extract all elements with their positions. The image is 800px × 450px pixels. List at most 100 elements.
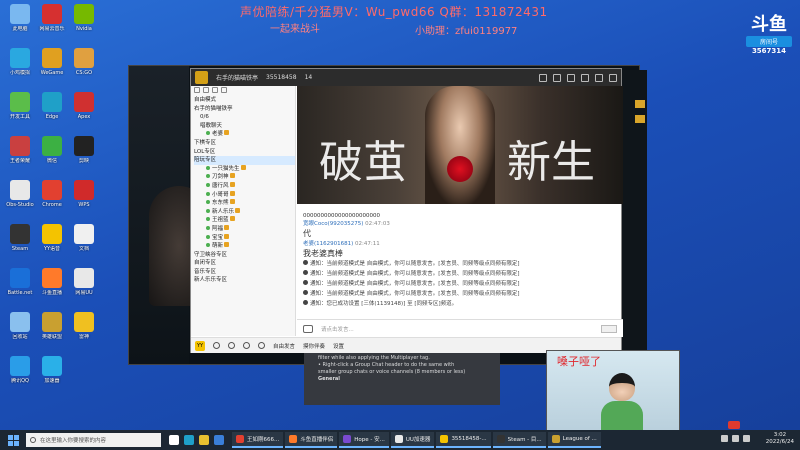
emoji-icon[interactable] bbox=[303, 324, 313, 333]
volume-icon[interactable] bbox=[732, 435, 739, 442]
channel-tree-item[interactable]: 唐行风 bbox=[194, 181, 295, 191]
desktop-icon[interactable]: CS:GO bbox=[67, 48, 101, 88]
channel-tree-item[interactable]: 右手的猫喵铁亭 bbox=[194, 105, 295, 114]
desktop-icon[interactable]: 王者荣耀 bbox=[3, 136, 37, 176]
settings-button[interactable]: 设置 bbox=[333, 342, 344, 350]
taskbar-app[interactable]: UU加速器 bbox=[390, 432, 435, 448]
desktop-icon[interactable]: 剪映 bbox=[67, 136, 101, 176]
send-button[interactable] bbox=[601, 324, 617, 333]
desktop-icon[interactable]: Edge bbox=[35, 92, 69, 132]
yy-voice-window[interactable]: 右手的猫喵铁亭 35518458 14 自由模式 右手的猫喵铁亭 0/6 唱歌聊天 老婆… bbox=[190, 68, 623, 353]
grid-icon[interactable] bbox=[553, 73, 561, 82]
close-icon[interactable] bbox=[609, 73, 617, 82]
chat-input-bar[interactable]: 请点击发言... bbox=[297, 319, 623, 337]
channel-tree-item[interactable]: 自由模式 bbox=[194, 96, 295, 105]
channel-tree-item[interactable]: 陪玩专区 bbox=[194, 156, 295, 165]
search-icon[interactable] bbox=[221, 87, 227, 93]
taskbar-app[interactable]: League of ... bbox=[547, 432, 601, 448]
desktop-icon[interactable]: 文档 bbox=[67, 224, 101, 264]
network-icon[interactable] bbox=[721, 435, 728, 442]
sogou-input-icon[interactable] bbox=[728, 421, 740, 429]
desktop-icon[interactable]: Nvidia bbox=[67, 4, 101, 44]
edge-icon[interactable] bbox=[184, 435, 194, 445]
chat-nick[interactable]: 宽眼Coco(992035275) bbox=[303, 221, 363, 227]
home-nav-icon[interactable] bbox=[539, 73, 547, 82]
volume-icon[interactable] bbox=[243, 342, 250, 349]
taskbar-app[interactable]: 35518458-... bbox=[436, 432, 491, 448]
desktop-icon[interactable]: 网易UU bbox=[67, 268, 101, 308]
user-status-icon bbox=[206, 131, 210, 136]
mic-icon[interactable] bbox=[228, 342, 235, 349]
taskbar-app[interactable]: 斗鱼直播伴侣 bbox=[285, 432, 338, 448]
desktop-icon[interactable]: 微信 bbox=[35, 136, 69, 176]
channel-tree-item[interactable]: 音乐专区 bbox=[194, 268, 295, 277]
desktop-icon[interactable]: 开发工具 bbox=[3, 92, 37, 132]
taskbar-search[interactable]: 在这里输入你要搜索的内容 bbox=[26, 433, 161, 447]
desktop-icon-label: Edge bbox=[45, 114, 59, 120]
channel-tree-item[interactable]: 0/6 bbox=[194, 113, 295, 122]
desktop-icon[interactable]: WPS bbox=[67, 180, 101, 220]
desktop-icon[interactable]: 雷神 bbox=[67, 312, 101, 352]
taskbar-app[interactable]: 王如刚666... bbox=[232, 432, 284, 448]
add-icon[interactable] bbox=[203, 87, 209, 93]
channel-tree-item[interactable]: 守卫峡谷专区 bbox=[194, 251, 295, 260]
windows-start-icon[interactable] bbox=[5, 433, 21, 447]
user-status-icon bbox=[206, 174, 210, 179]
gamepad-icon[interactable] bbox=[567, 73, 575, 82]
channel-tree-item[interactable]: 阿福 bbox=[194, 224, 295, 234]
channel-tree-item[interactable]: 王祖蓝 bbox=[194, 216, 295, 225]
task-view-icon[interactable] bbox=[169, 435, 179, 445]
desktop-icon[interactable]: 回收站 bbox=[3, 312, 37, 352]
channel-tree-label: 唱歌聊天 bbox=[200, 122, 223, 129]
desktop-icon[interactable]: Apex bbox=[67, 92, 101, 132]
desktop-icon[interactable]: 腾讯QQ bbox=[3, 356, 37, 396]
explorer-icon[interactable] bbox=[199, 435, 209, 445]
desktop-icon[interactable]: 斗鱼直播 bbox=[35, 268, 69, 308]
channel-tree-item[interactable]: 自闭专区 bbox=[194, 259, 295, 268]
desktop-icon[interactable]: YY语音 bbox=[35, 224, 69, 264]
maximize-icon[interactable] bbox=[595, 73, 603, 82]
discord-text: filter while also applying the Multiplay… bbox=[318, 355, 430, 361]
home-icon[interactable] bbox=[195, 71, 208, 84]
taskbar-app[interactable]: Steam - 目... bbox=[492, 432, 546, 448]
channel-tree-item[interactable]: 下棋专区 bbox=[194, 139, 295, 148]
mode-icon[interactable] bbox=[194, 87, 200, 93]
channel-tree-item[interactable]: 萌新 bbox=[194, 242, 295, 251]
settings-icon[interactable] bbox=[258, 342, 265, 349]
desktop-icon[interactable]: WeGame bbox=[35, 48, 69, 88]
minimize-icon[interactable] bbox=[581, 73, 589, 82]
channel-tree-item[interactable]: 老婆 bbox=[194, 130, 295, 139]
desktop-icon[interactable]: Battle.net bbox=[3, 268, 37, 308]
desktop-icon[interactable]: Steam bbox=[3, 224, 37, 264]
channel-tree-item[interactable]: 新人乐乐专区 bbox=[194, 276, 295, 285]
promo-banner[interactable]: 破茧 新生 bbox=[297, 86, 623, 204]
desktop-icon[interactable]: Chrome bbox=[35, 180, 69, 220]
taskbar-app[interactable]: Hope - 安... bbox=[339, 432, 389, 448]
discord-window[interactable]: filter while also applying the Multiplay… bbox=[304, 353, 500, 405]
desktop-icon[interactable]: 英雄联盟 bbox=[35, 312, 69, 352]
store-icon[interactable] bbox=[214, 435, 224, 445]
ime-icon[interactable] bbox=[743, 435, 750, 442]
speak-mode-button[interactable]: 自由发言 bbox=[273, 342, 295, 350]
channel-tree-item[interactable]: LOL专区 bbox=[194, 148, 295, 157]
user-status-icon bbox=[206, 234, 210, 239]
channel-tree-item[interactable]: 刀剑神 bbox=[194, 173, 295, 182]
clock[interactable]: 3:02 2022/6/24 bbox=[766, 432, 794, 446]
chat-input[interactable]: 请点击发言... bbox=[321, 325, 601, 333]
desktop-icon[interactable]: Obs-Studio bbox=[3, 180, 37, 220]
channel-tree-item[interactable]: 东东熊 bbox=[194, 199, 295, 208]
info-icon bbox=[303, 270, 308, 275]
chat-nick[interactable]: 老婆(1162901681) bbox=[303, 241, 353, 247]
desktop-icon[interactable]: 加速器 bbox=[35, 356, 69, 396]
channel-tree-item[interactable]: 一只猫先生 bbox=[194, 164, 295, 174]
channel-tree-item[interactable]: 宝宝 bbox=[194, 233, 295, 243]
music-button[interactable]: 摸你伴奏 bbox=[303, 342, 325, 350]
channel-tree-item[interactable]: 新人乐乐 bbox=[194, 207, 295, 217]
speaker-icon[interactable] bbox=[213, 342, 220, 349]
channel-tree-item[interactable]: 小哥哥 bbox=[194, 190, 295, 200]
desktop-icon[interactable]: 网易云音乐 bbox=[35, 4, 69, 44]
channel-tree-item[interactable]: 唱歌聊天 bbox=[194, 122, 295, 131]
chat-icon[interactable] bbox=[212, 87, 218, 93]
desktop-icon[interactable]: 小鸡模拟 bbox=[3, 48, 37, 88]
desktop-icon[interactable]: 此电脑 bbox=[3, 4, 37, 44]
